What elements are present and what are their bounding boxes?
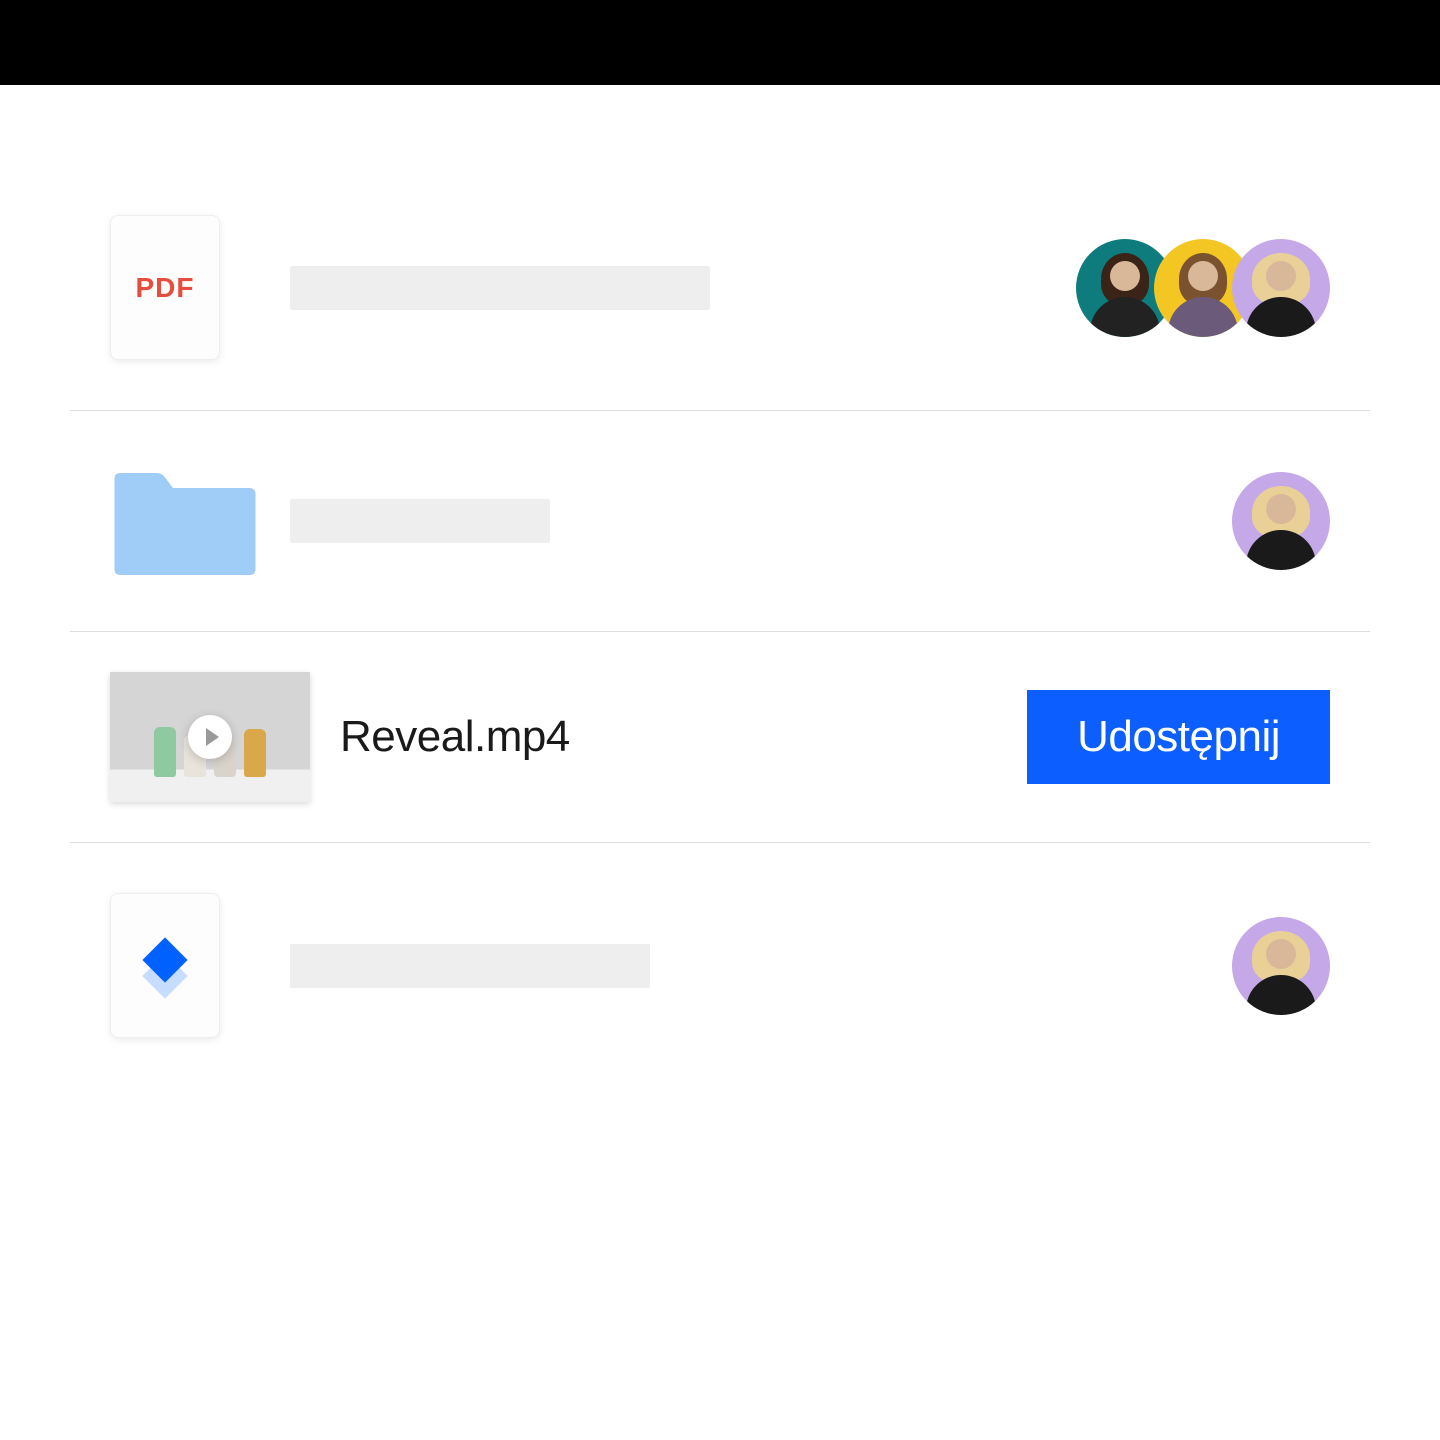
file-name-slot [290,944,1232,988]
file-name: Reveal.mp4 [340,712,570,762]
filename-placeholder [290,266,710,310]
avatar[interactable] [1232,472,1330,570]
file-row-video[interactable]: Reveal.mp4 Udostępnij [70,632,1370,843]
share-button[interactable]: Udostępnij [1027,690,1330,784]
row-actions: Udostępnij [1027,690,1330,784]
collaborators [1232,472,1330,570]
folder-icon [110,461,260,581]
file-icon-slot [110,672,340,802]
play-icon[interactable] [188,715,232,759]
file-name-slot: Reveal.mp4 [340,712,1027,762]
collaborators [1232,917,1330,1015]
dropbox-file-icon [110,893,220,1038]
collaborators [1076,239,1330,337]
file-row-folder[interactable] [70,411,1370,632]
file-list: PDF [0,85,1440,1088]
pdf-label: PDF [136,272,195,304]
file-row-pdf[interactable]: PDF [70,165,1370,411]
filename-placeholder [290,944,650,988]
filename-placeholder [290,499,550,543]
file-icon-slot: PDF [110,215,290,360]
avatar[interactable] [1232,239,1330,337]
file-icon-slot [110,461,290,581]
file-name-slot [290,499,1232,543]
avatar[interactable] [1232,917,1330,1015]
avatar-group[interactable] [1232,917,1330,1015]
file-icon-slot [110,893,290,1038]
file-row-dropbox[interactable] [70,843,1370,1088]
avatar-group[interactable] [1232,472,1330,570]
video-thumbnail[interactable] [110,672,310,802]
avatar-group[interactable] [1076,239,1330,337]
pdf-file-icon: PDF [110,215,220,360]
top-bar [0,0,1440,85]
file-name-slot [290,266,1076,310]
layers-icon [143,944,187,988]
